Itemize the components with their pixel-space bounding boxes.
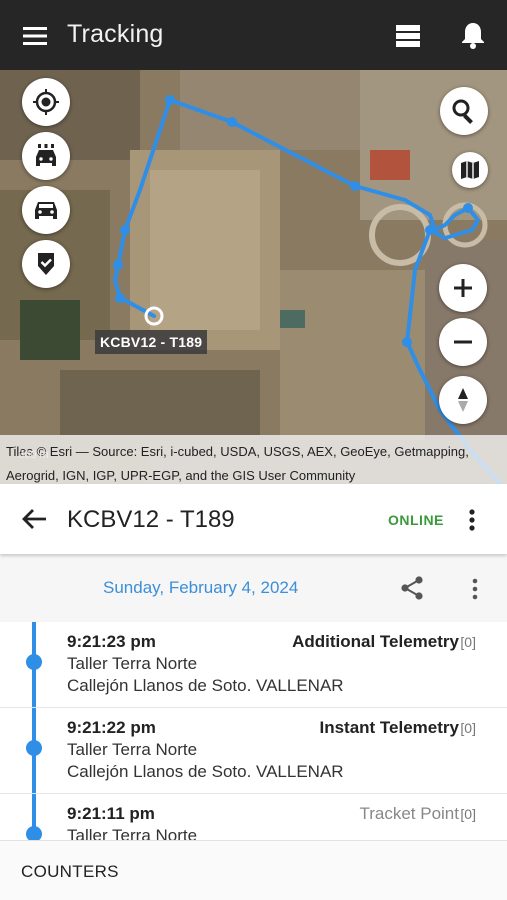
- back-arrow-icon[interactable]: [20, 506, 50, 532]
- vehicle-name: KCBV12 - T189: [67, 506, 235, 533]
- vehicle-header: KCBV12 - T189 ONLINE: [0, 484, 507, 554]
- bell-icon[interactable]: [455, 18, 491, 52]
- event-address: Callejón Llanos de Soto. VALLENAR: [67, 676, 344, 695]
- my-location-icon[interactable]: [22, 78, 70, 126]
- satellite-imagery: [0, 70, 507, 484]
- more-vert-icon[interactable]: [462, 506, 482, 534]
- event-count: [0]: [460, 806, 476, 822]
- list-item[interactable]: 9:21:22 pm Instant Telemetry [0] Taller …: [0, 708, 507, 794]
- counters-bar[interactable]: COUNTERS: [0, 840, 507, 900]
- event-time: 9:21:11 pm: [67, 804, 155, 823]
- shield-check-icon[interactable]: [22, 240, 70, 288]
- event-time: 9:21:22 pm: [67, 718, 156, 737]
- vehicle-map-label: KCBV12 - T189: [95, 330, 208, 354]
- vehicles-icon[interactable]: [22, 132, 70, 180]
- page-title: Tracking: [67, 20, 164, 48]
- date-bar: Sunday, February 4, 2024: [0, 554, 507, 622]
- date-selector[interactable]: Sunday, February 4, 2024: [103, 578, 298, 598]
- status-badge: ONLINE: [388, 512, 444, 528]
- timeline-dot: [26, 654, 42, 670]
- timeline-dot: [26, 826, 42, 840]
- event-list[interactable]: 9:21:23 pm Additional Telemetry [0] Tall…: [0, 622, 507, 840]
- map-view[interactable]: KCBV12 - T189 Tiles © Esri — Source: Esr…: [0, 70, 507, 484]
- timeline-dot: [26, 740, 42, 756]
- event-count: [0]: [460, 720, 476, 736]
- event-type: Instant Telemetry: [319, 718, 459, 737]
- share-icon[interactable]: [398, 574, 426, 602]
- list-item[interactable]: 9:21:11 pm Tracket Point [0] Taller Terr…: [0, 794, 507, 840]
- list-item[interactable]: 9:21:23 pm Additional Telemetry [0] Tall…: [0, 622, 507, 708]
- zoom-in-icon[interactable]: [439, 264, 487, 312]
- event-place: Taller Terra Norte: [67, 826, 198, 840]
- compass-icon[interactable]: [439, 376, 487, 424]
- event-type: Additional Telemetry: [292, 632, 459, 651]
- zoom-out-icon[interactable]: [439, 318, 487, 366]
- list-icon[interactable]: [390, 20, 426, 52]
- more-vert-icon[interactable]: [466, 575, 484, 603]
- app-bar: Tracking: [0, 0, 507, 70]
- event-type: Tracket Point: [359, 804, 459, 823]
- event-place: Taller Terra Norte: [67, 654, 198, 673]
- map-layers-icon[interactable]: [452, 152, 488, 188]
- map-attribution: Tiles © Esri — Source: Esri, i-cubed, US…: [0, 435, 507, 484]
- car-icon[interactable]: [22, 186, 70, 234]
- search-icon[interactable]: [440, 87, 488, 135]
- event-time: 9:21:23 pm: [67, 632, 156, 651]
- event-place: Taller Terra Norte: [67, 740, 198, 759]
- event-count: [0]: [460, 634, 476, 650]
- counters-label: COUNTERS: [21, 862, 119, 881]
- menu-icon[interactable]: [18, 22, 52, 50]
- event-address: Callejón Llanos de Soto. VALLENAR: [67, 762, 344, 781]
- map-scale: 300 m: [18, 449, 49, 461]
